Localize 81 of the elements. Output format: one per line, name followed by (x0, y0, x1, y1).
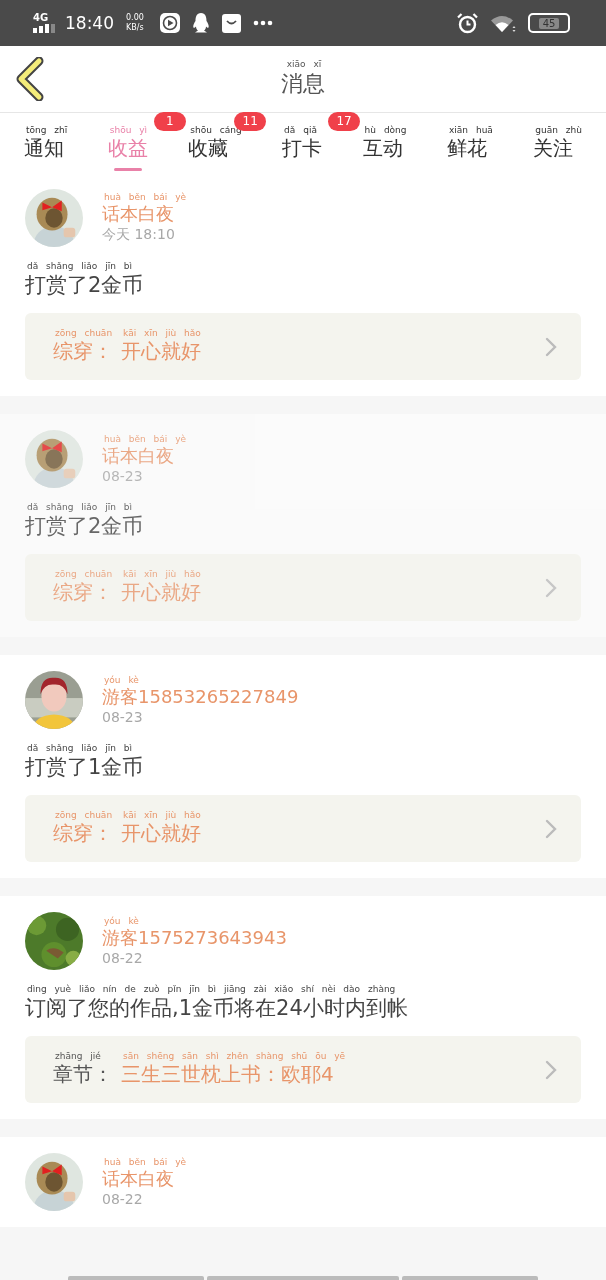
tab-underline (113, 168, 142, 171)
timestamp: 08-22 (102, 1191, 144, 1207)
tab[interactable]: hù dòng 互动 (362, 125, 407, 167)
title-pinyin: kāi xīn jiù hǎo (122, 569, 201, 579)
wifi-icon (490, 13, 516, 33)
tab-label: 通知 (24, 135, 65, 162)
message-text: 订阅了您的作品,1金币将在24小时内到帐 (25, 995, 408, 1022)
message-pinyin: dǎ shǎng liǎo jīn bì (26, 261, 132, 271)
message-text: 打赏了2金币 (25, 272, 144, 299)
name-pinyin: yóu kè (103, 916, 139, 926)
tab[interactable]: dǎ qiǎ 打卡 (282, 125, 323, 167)
play-icon (159, 13, 180, 33)
network-speed: 0.00 (126, 13, 144, 23)
message-text: 打赏了2金币 (25, 513, 144, 540)
speed-unit: KB/s (126, 23, 144, 33)
penguin-icon (191, 13, 210, 33)
user-name: 话本白夜 (102, 1167, 174, 1191)
label-pinyin: zōng chuān (54, 810, 113, 820)
page-title: 消息 (281, 70, 325, 98)
label-pinyin: zōng chuān (54, 328, 113, 338)
label-pinyin: zhāng jié (54, 1051, 101, 1061)
battery-level: 45 (538, 17, 560, 29)
message-pinyin: dìng yuè liǎo nín de zuò pǐn jīn bì jiāng zài xiǎo shí nèi dào zhàng (26, 984, 396, 994)
tab[interactable]: tōng zhī 通知 (24, 125, 68, 167)
work-link[interactable]: zhāng jié 章节： sān shēng sān shì zhěn shàng shū ōu yē 三生三世枕上书：欧耶4 (25, 1036, 581, 1103)
user-name: 话本白夜 (102, 444, 174, 468)
title-pinyin: xiāo xī (285, 59, 322, 69)
tab[interactable]: xiān huā 鲜花 (447, 125, 493, 167)
network-type: 4G (33, 13, 49, 23)
alarm-icon (457, 12, 478, 34)
link-label: 综穿： (53, 579, 113, 606)
user-name: 游客1575273643943 (102, 926, 287, 950)
user-name: 游客15853265227849 (102, 685, 299, 709)
name-pinyin: huà běn bái yè (103, 1157, 187, 1167)
tab-label: 关注 (533, 135, 575, 162)
link-label: 综穿： (53, 338, 113, 365)
link-label: 章节： (53, 1061, 113, 1088)
chevron-right-icon (545, 818, 557, 839)
chevron-right-icon (545, 336, 557, 357)
timestamp: 08-23 (102, 468, 144, 484)
work-title: 开心就好 (121, 820, 201, 847)
tab-pinyin: guān zhù (534, 125, 582, 135)
tab-label: 打卡 (282, 135, 323, 162)
title-pinyin: kāi xīn jiù hǎo (122, 328, 201, 338)
title-pinyin: sān shēng sān shì zhěn shàng shū ōu yē (122, 1051, 346, 1061)
tab-pinyin: xiān huā (448, 125, 493, 135)
user-name: 话本白夜 (102, 202, 174, 226)
bag-icon (221, 13, 241, 33)
tab[interactable]: guān zhù 关注 (533, 125, 582, 167)
back-button[interactable] (16, 57, 44, 101)
tab-pinyin: hù dòng (363, 125, 407, 135)
name-pinyin: huà běn bái yè (103, 434, 187, 444)
message-pinyin: dǎ shǎng liǎo jīn bì (26, 502, 132, 512)
tab-label: 互动 (362, 135, 404, 162)
count-badge: 1 (153, 112, 186, 131)
back-icon (16, 57, 44, 101)
count-badge: 17 (328, 112, 361, 131)
title-pinyin: kāi xīn jiù hǎo (122, 810, 201, 820)
tab-pinyin: tōng zhī (25, 125, 68, 135)
more-icon (252, 20, 273, 26)
signal-icon (33, 24, 57, 33)
tab-pinyin: dǎ qiǎ (283, 125, 318, 135)
timestamp: 今天 18:10 (102, 226, 176, 244)
work-title: 三生三世枕上书：欧耶4 (121, 1061, 334, 1088)
tab-label: 鲜花 (447, 135, 488, 162)
name-pinyin: huà běn bái yè (103, 192, 187, 202)
label-pinyin: zōng chuān (54, 569, 113, 579)
clock: 18:40 (65, 13, 114, 33)
work-title: 开心就好 (121, 338, 201, 365)
tab-label: 收藏 (188, 135, 230, 162)
link-label: 综穿： (53, 820, 113, 847)
timestamp: 08-23 (102, 709, 144, 725)
name-pinyin: yóu kè (103, 675, 139, 685)
message-text: 打赏了1金币 (25, 754, 144, 781)
timestamp: 08-22 (102, 950, 144, 966)
message-pinyin: dǎ shǎng liǎo jīn bì (26, 743, 132, 753)
tab-label: 收益 (107, 135, 148, 162)
chevron-right-icon (545, 577, 557, 598)
chevron-right-icon (545, 1059, 557, 1080)
work-title: 开心就好 (121, 579, 201, 606)
tab-pinyin: shōu yì (108, 125, 148, 135)
